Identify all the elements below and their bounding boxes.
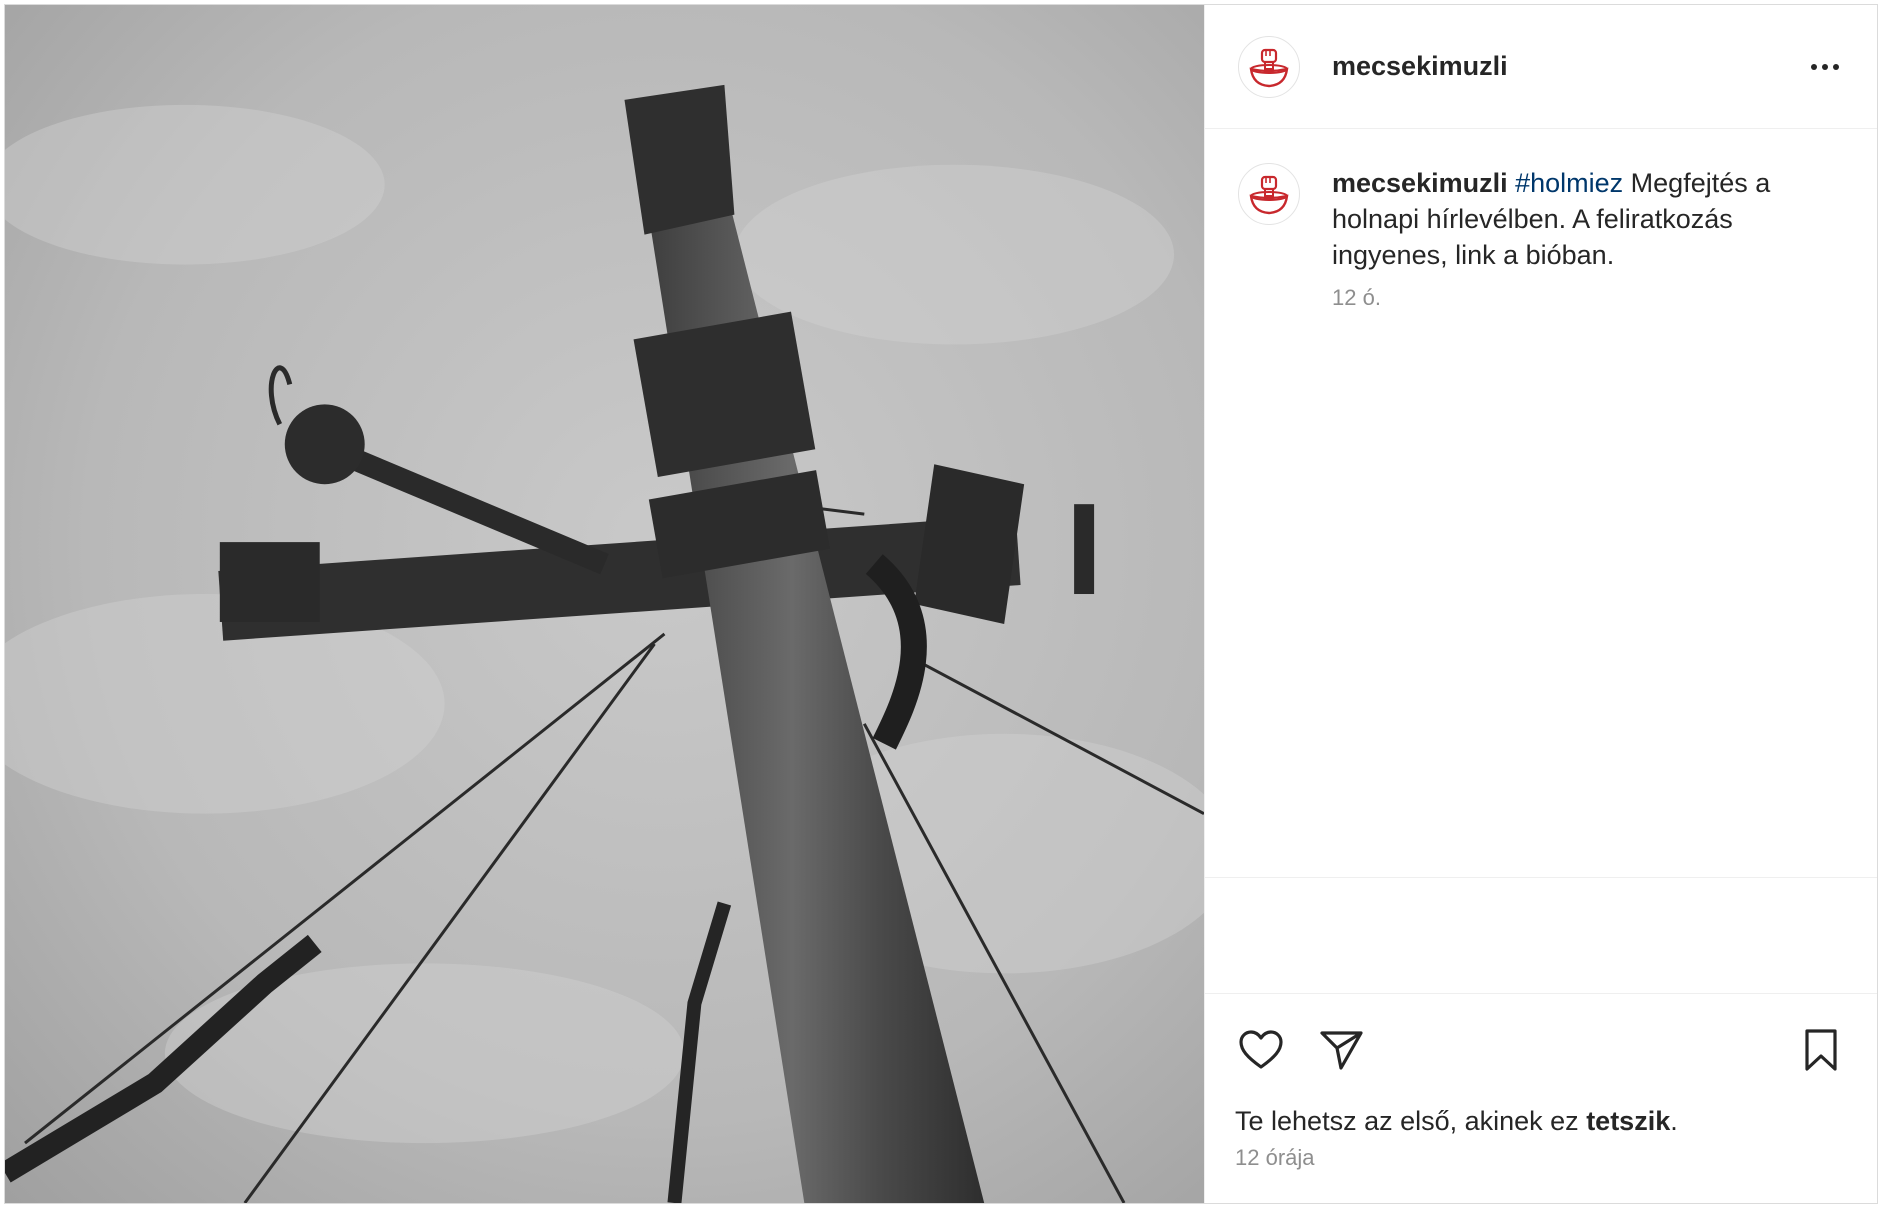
comments-section: mecsekimuzli #holmiez Megfejtés a holnap… (1205, 129, 1877, 993)
caption-avatar[interactable] (1238, 163, 1300, 225)
post-image[interactable] (5, 5, 1205, 1203)
post-dialog: mecsekimuzli mecsekimuzli #holmiez Megfe… (4, 4, 1878, 1204)
ellipsis-icon (1811, 63, 1817, 70)
more-options-button[interactable] (1803, 47, 1847, 87)
likes-text: Te lehetsz az első, akinek ez tetszik. (1235, 1106, 1678, 1136)
paper-plane-icon (1320, 1031, 1363, 1070)
post-header: mecsekimuzli (1205, 5, 1877, 129)
utility-pole-photo (5, 5, 1204, 1203)
like-link[interactable]: tetszik (1586, 1106, 1670, 1136)
action-bar (1235, 1014, 1847, 1086)
caption: mecsekimuzli #holmiez Megfejtés a holnap… (1238, 163, 1847, 311)
bookmark-icon (1805, 1029, 1837, 1071)
bowl-fist-logo-icon (1249, 48, 1289, 87)
save-button[interactable] (1795, 1024, 1847, 1076)
like-button[interactable] (1235, 1024, 1287, 1076)
actions-area: Te lehetsz az első, akinek ez tetszik. 1… (1205, 993, 1877, 1203)
caption-username[interactable]: mecsekimuzli (1332, 168, 1508, 198)
divider (1205, 877, 1877, 878)
caption-text: mecsekimuzli #holmiez Megfejtés a holnap… (1332, 165, 1832, 273)
hashtag-link[interactable]: #holmiez (1515, 168, 1623, 198)
caption-timestamp[interactable]: 12 ó. (1332, 285, 1832, 311)
post-date[interactable]: 12 órája (1235, 1145, 1847, 1171)
header-username[interactable]: mecsekimuzli (1332, 51, 1508, 82)
post-sidebar: mecsekimuzli mecsekimuzli #holmiez Megfe… (1205, 5, 1877, 1203)
bowl-fist-logo-icon (1249, 175, 1289, 215)
avatar[interactable] (1238, 35, 1300, 98)
share-button[interactable] (1315, 1024, 1367, 1076)
heart-icon (1239, 1030, 1283, 1069)
